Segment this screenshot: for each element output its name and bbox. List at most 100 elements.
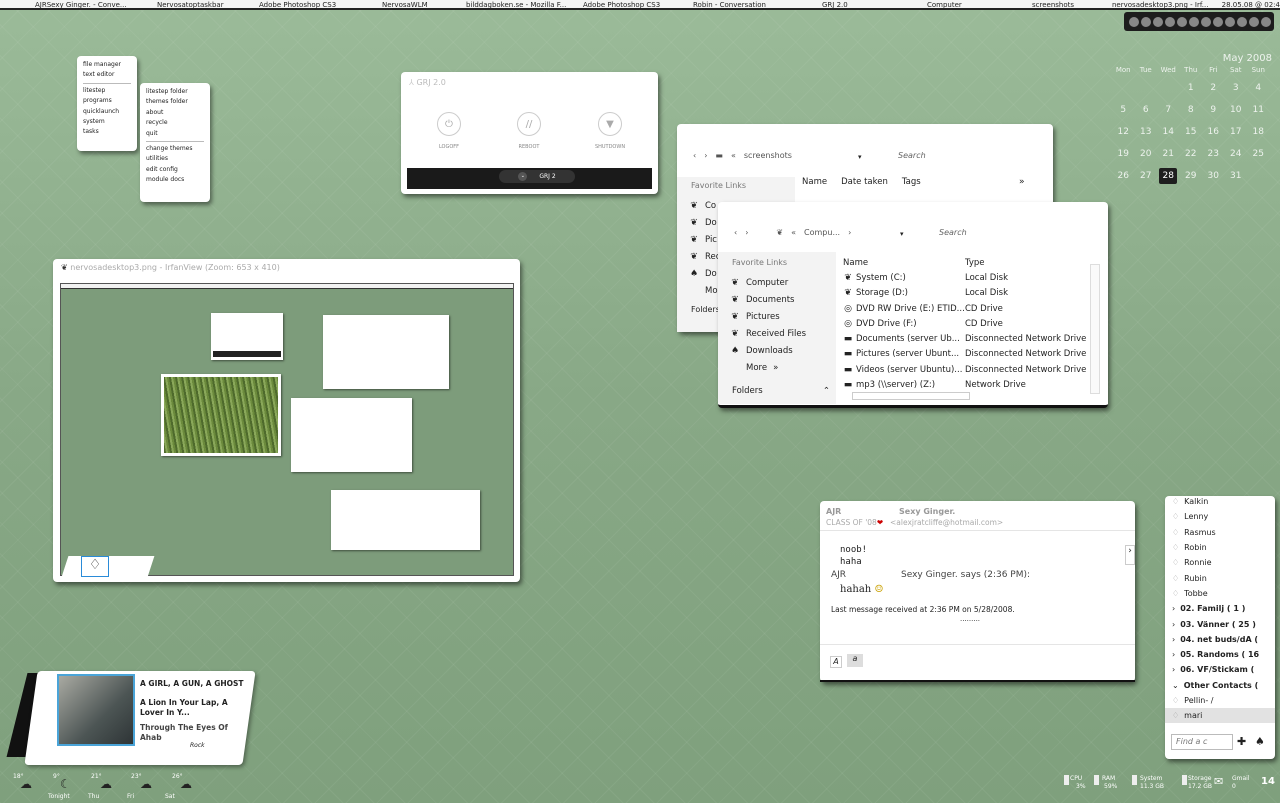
calendar-day[interactable]: 23 (1202, 149, 1225, 159)
task-item[interactable]: Robin - Conversation (693, 1, 766, 8)
task-item[interactable]: nervosadesktop3.png - Irf... (1112, 1, 1212, 8)
menu-item[interactable]: module docs (146, 175, 204, 185)
contact-group[interactable]: › 03. Vänner ( 25 ) (1165, 616, 1275, 631)
horizontal-scrollbar[interactable] (852, 392, 970, 400)
menu-item[interactable]: about (146, 108, 204, 118)
forward-icon[interactable]: › (745, 228, 748, 237)
nav-pictures[interactable]: ❦ Pictures (718, 308, 836, 325)
tray-icon[interactable] (1129, 16, 1139, 27)
calendar-day[interactable]: 28 (1157, 168, 1180, 184)
task-item[interactable]: screenshots (1032, 1, 1074, 8)
tray-icon[interactable] (1213, 16, 1223, 27)
reboot-button[interactable]: // (517, 112, 541, 136)
menu-item[interactable]: themes folder (146, 97, 204, 107)
col-header[interactable]: Date taken (841, 177, 888, 187)
calendar-day[interactable]: 2 (1202, 83, 1225, 93)
tray-icon[interactable] (1249, 16, 1259, 27)
drop-icon[interactable]: ♠ (1255, 735, 1265, 748)
back-icon[interactable]: ‹ (693, 151, 696, 160)
forward-icon[interactable]: › (704, 151, 707, 160)
calendar-day[interactable]: 31 (1225, 171, 1248, 181)
contact-item[interactable]: ♢ Robin (1165, 540, 1275, 555)
track-title[interactable]: A Lion In Your Lap, A Lover In Y... (140, 698, 240, 718)
font-icon[interactable]: A (830, 656, 842, 668)
find-contact-input[interactable]: Find a c (1171, 734, 1233, 750)
logoff-button[interactable]: ⏻ (437, 112, 461, 136)
calendar-day[interactable]: 27 (1135, 171, 1158, 181)
nav-downloads[interactable]: ♠ Downloads (718, 342, 836, 359)
col-header[interactable]: Name (802, 177, 827, 187)
menu-item[interactable]: litestep folder (146, 87, 204, 97)
tray-icon[interactable] (1165, 16, 1175, 27)
calendar-day[interactable]: 18 (1247, 127, 1270, 137)
menu-item[interactable]: utilities (146, 154, 204, 164)
calendar-day[interactable]: 15 (1180, 127, 1203, 137)
shutdown-button[interactable]: ▼ (598, 112, 622, 136)
mail-icon[interactable]: ✉ (1214, 775, 1223, 788)
task-item[interactable]: AJRSexy Ginger. - Conve... (35, 1, 127, 8)
calendar-day[interactable]: 14 (1157, 127, 1180, 137)
list-item[interactable]: ▬ Pictures (server Ubunt... Disconnected N… (843, 347, 1090, 362)
nav-computer[interactable]: ❦ Computer (718, 274, 836, 291)
task-item[interactable]: Adobe Photoshop CS3 (259, 1, 336, 8)
list-item[interactable]: ▬ Videos (server Ubuntu)... Disconnected N… (843, 362, 1090, 377)
nav-more[interactable]: More » (718, 359, 836, 376)
contact-item[interactable]: ♢ Rubin (1165, 570, 1275, 585)
menu-item[interactable]: quicklaunch (83, 107, 131, 117)
calendar-day[interactable]: 19 (1112, 149, 1135, 159)
calendar-day[interactable]: 9 (1202, 105, 1225, 115)
breadcrumb[interactable]: screenshots (744, 151, 792, 160)
task-item[interactable]: Computer (927, 1, 962, 8)
calendar-day[interactable]: 29 (1180, 171, 1203, 181)
task-item[interactable]: Adobe Photoshop CS3 (583, 1, 660, 8)
tray-icon[interactable] (1141, 16, 1151, 27)
tray-icon[interactable] (1189, 16, 1199, 27)
calendar-day[interactable]: 13 (1135, 127, 1158, 137)
contact-group[interactable]: › 05. Randoms ( 16 (1165, 647, 1275, 662)
nav-received-files[interactable]: ❦ Received Files (718, 325, 836, 342)
calendar-day[interactable]: 1 (1180, 83, 1203, 93)
search-input[interactable]: Search (898, 151, 926, 160)
search-input[interactable]: Search (939, 228, 967, 237)
calendar-day[interactable]: 3 (1225, 83, 1248, 93)
calendar-day[interactable]: 20 (1135, 149, 1158, 159)
dropdown-arrow-icon[interactable]: ▾ (900, 230, 904, 238)
col-header[interactable]: Type (965, 258, 1090, 268)
back-icon[interactable]: ‹ (734, 228, 737, 237)
menu-item[interactable]: text editor (83, 70, 131, 80)
contact-item[interactable]: ♢ Ronnie (1165, 555, 1275, 570)
calendar-day[interactable]: 21 (1157, 149, 1180, 159)
dropdown-arrow-icon[interactable]: ▾ (858, 153, 862, 161)
contact-item[interactable]: ♢ mari (1165, 708, 1275, 724)
breadcrumb[interactable]: Compu... (804, 228, 840, 237)
menu-item[interactable]: edit config (146, 165, 204, 175)
task-item[interactable]: GRJ 2.0 (822, 1, 848, 8)
calendar-day[interactable]: 17 (1225, 127, 1248, 137)
menu-item[interactable]: litestep (83, 86, 131, 96)
list-item[interactable]: ▬ mp3 (\\server) (Z:) Network Drive (843, 377, 1090, 392)
menu-item[interactable]: system (83, 117, 131, 127)
tray-icon[interactable] (1237, 16, 1247, 27)
more-columns-icon[interactable]: » (1019, 177, 1025, 187)
menu-item[interactable]: programs (83, 96, 131, 106)
contact-group[interactable]: › 02. Familj ( 1 ) (1165, 601, 1275, 616)
calendar-day[interactable]: 30 (1202, 171, 1225, 181)
calendar-day[interactable]: 4 (1247, 83, 1270, 93)
image-canvas[interactable]: ♢ (60, 283, 514, 577)
menu-item[interactable]: recycle (146, 118, 204, 128)
list-item[interactable]: ◎ DVD RW Drive (E:) ETID... CD Drive (843, 301, 1090, 316)
menu-item[interactable]: tasks (83, 127, 131, 137)
expand-arrow-icon[interactable]: › (1125, 545, 1135, 565)
list-item[interactable]: ◎ DVD Drive (F:) CD Drive (843, 316, 1090, 331)
tray-icon[interactable] (1201, 16, 1211, 27)
folders-toggle[interactable]: Folders ⌃ (718, 386, 836, 396)
menu-item[interactable]: change themes (146, 144, 204, 154)
contact-group[interactable]: › 04. net buds/dA ( (1165, 632, 1275, 647)
grj-pill[interactable]: ⌄ GRJ 2 (499, 170, 575, 183)
contact-item[interactable]: ♢ Tobbe (1165, 586, 1275, 601)
scrollbar[interactable] (1090, 264, 1100, 394)
contact-item[interactable]: ♢ Pellin- / (1165, 693, 1275, 708)
contact-group[interactable]: › 06. VF/Stickam ( (1165, 662, 1275, 677)
calendar-day[interactable]: 7 (1157, 105, 1180, 115)
calendar-day[interactable]: 10 (1225, 105, 1248, 115)
